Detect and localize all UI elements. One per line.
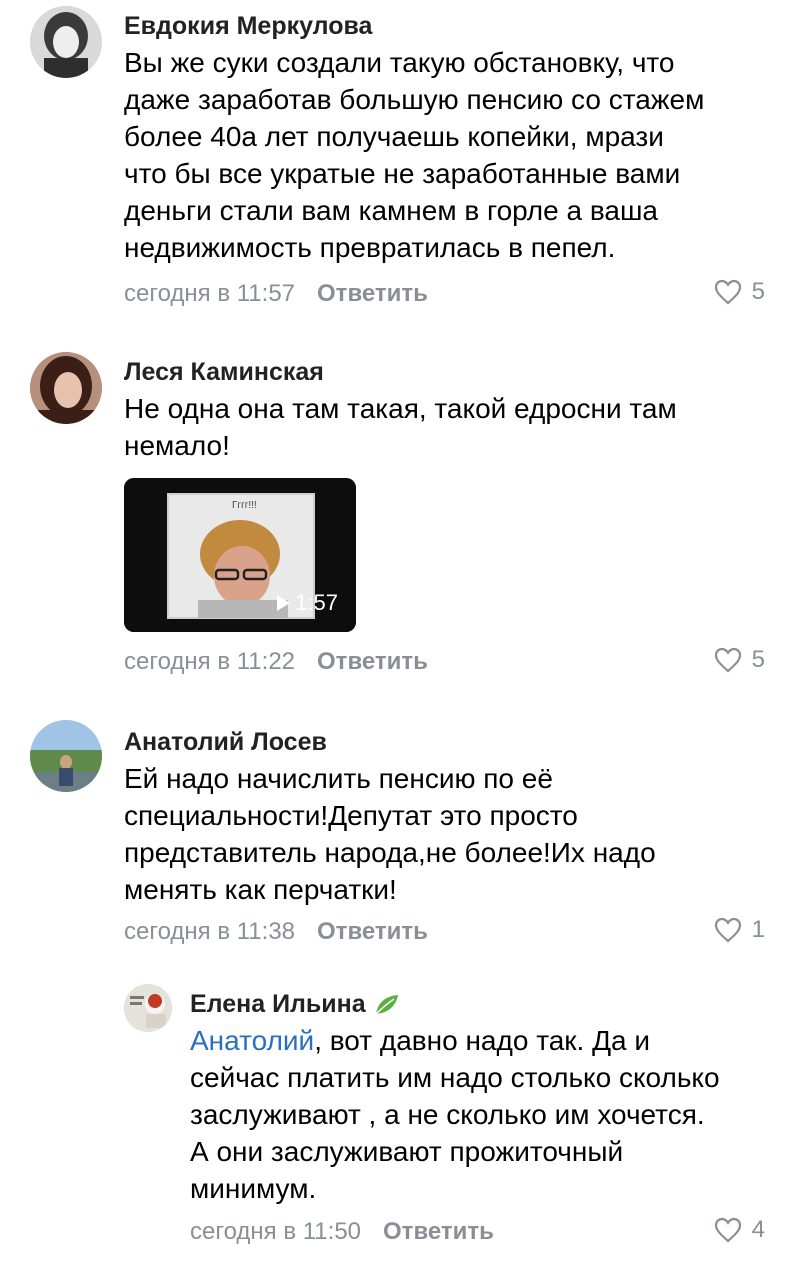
like-button[interactable]: 4 — [714, 1216, 765, 1244]
comment-text-fragment: , вот давно надо так. Да и — [314, 1025, 651, 1056]
reply-button[interactable]: Ответить — [383, 1218, 494, 1245]
comment-meta: сегодня в 11:50 Ответить — [190, 1218, 494, 1246]
avatar[interactable] — [124, 984, 172, 1032]
comment-text-line: заслуживают , а не сколько им хочется. — [190, 1099, 705, 1130]
leaf-icon — [375, 994, 398, 1015]
heart-icon — [714, 1217, 741, 1243]
reply-comment: Елена Ильина Анатолий, вот давно надо та… — [0, 0, 795, 1280]
avatar-photo — [124, 984, 172, 1032]
comment-text: Анатолий, вот давно надо так. Да и сейча… — [190, 1022, 720, 1207]
comment-time: сегодня в 11:50 — [190, 1218, 362, 1245]
comment-text-line: минимум. — [190, 1173, 317, 1204]
comment-text-line: сейчас платить им надо столько сколько — [190, 1062, 720, 1093]
comment-text-line: А они заслуживают прожиточный — [190, 1136, 624, 1167]
comments-feed: Евдокия Меркулова Вы же суки создали так… — [0, 0, 795, 1280]
author-name: Елена Ильина — [190, 990, 366, 1018]
like-count: 4 — [751, 1216, 765, 1243]
comment-author[interactable]: Елена Ильина — [190, 990, 400, 1019]
comment-text-line: Анатолий, вот давно надо так. Да и — [190, 1022, 720, 1059]
mention-link[interactable]: Анатолий — [190, 1025, 314, 1056]
